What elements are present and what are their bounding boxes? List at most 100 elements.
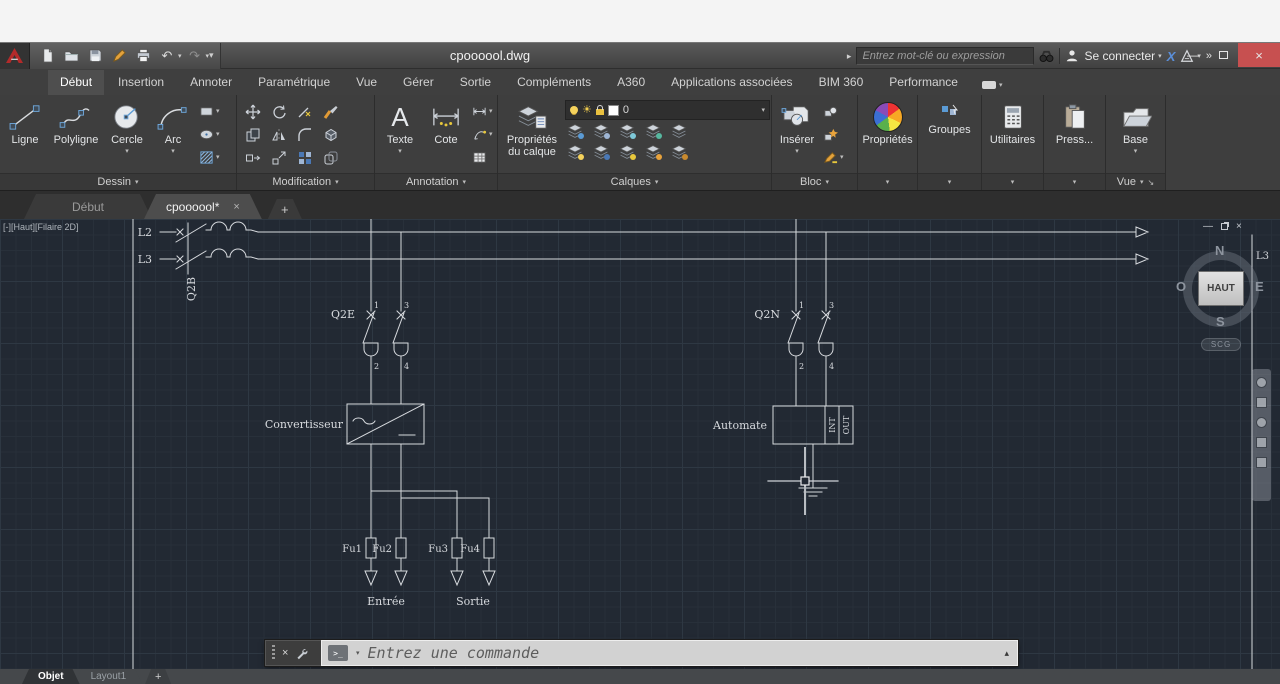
save-button[interactable] [84,46,106,66]
recent-commands-icon[interactable]: >_ [328,645,348,661]
model-space-canvas[interactable]: [-][Haut][Filaire 2D] — × L2 L3 Q2B Q2E … [0,219,1280,669]
panel-label-modification[interactable]: Modification ▾ [237,173,374,190]
open-file-button[interactable] [60,46,82,66]
vue-dialog-launcher[interactable]: ↘ [1147,178,1154,187]
hatch-caret[interactable]: ▾ [216,153,220,161]
layer-dropdown[interactable]: ☀ 0 ▾ [565,100,770,120]
panel-label-calques[interactable]: Calques ▾ [498,173,771,190]
maximize-button[interactable] [1208,43,1238,67]
array-tool-icon[interactable] [297,150,313,166]
panel-label-dessin[interactable]: Dessin ▾ [0,173,236,190]
copy-tool-icon[interactable] [245,127,261,143]
linear-dimension-icon[interactable] [470,102,488,120]
text-button[interactable]: A Texte ▾ [378,98,422,170]
viewcube-north[interactable]: N [1215,243,1224,258]
fillet-tool-icon[interactable] [297,127,313,143]
pan-icon[interactable] [1256,397,1267,408]
drag-handle-icon[interactable] [272,645,275,661]
tab-gerer[interactable]: Gérer [391,70,446,95]
layer-lock-icon[interactable] [643,122,663,140]
recent-commands-caret[interactable]: ▾ [356,649,360,657]
zoom-icon[interactable] [1256,417,1267,428]
panel-label-groupes[interactable]: ▾ [918,173,981,190]
viewcube-top-face[interactable]: HAUT [1198,271,1244,306]
panel-label-vue[interactable]: Vue ▾ ↘ [1106,173,1165,190]
layer-on-off-icon[interactable] [565,143,585,161]
panel-label-presse[interactable]: ▾ [1044,173,1105,190]
tab-parametrique[interactable]: Paramétrique [246,70,342,95]
polyline-button[interactable]: Polyligne [49,98,103,170]
create-block-icon[interactable] [821,102,839,120]
tab-bim360[interactable]: BIM 360 [807,70,876,95]
viewcube-south[interactable]: S [1216,314,1225,329]
sign-in-caret[interactable]: ▾ [1158,52,1162,60]
insert-block-button[interactable]: Insérer ▾ [775,98,819,170]
plot-button[interactable] [132,46,154,66]
arc-button[interactable]: Arc ▾ [151,98,195,170]
layer-walk-icon[interactable] [669,143,689,161]
command-line-grip[interactable]: × [265,640,321,666]
file-tab-start[interactable]: Début [24,194,152,219]
panel-label-utilitaires[interactable]: ▾ [982,173,1043,190]
ribbon-display-toggle[interactable]: ▾ [972,81,1013,95]
layer-dropdown-caret[interactable]: ▾ [761,106,765,114]
properties-button[interactable]: Propriétés [861,98,914,170]
tab-applications-associees[interactable]: Applications associées [659,70,804,95]
new-drawing-tab-button[interactable]: + [268,199,302,219]
tab-complements[interactable]: Compléments [505,70,603,95]
erase-tool-icon[interactable] [323,104,339,120]
panel-label-bloc[interactable]: Bloc ▾ [772,173,857,190]
tab-a360[interactable]: A360 [605,70,657,95]
attr-caret[interactable]: ▾ [840,153,844,161]
undo-dropdown-caret[interactable]: ▾ [178,52,182,60]
new-file-button[interactable] [36,46,58,66]
layer-current-icon[interactable] [591,143,611,161]
edit-block-icon[interactable] [821,125,839,143]
schematic-canvas[interactable]: L2 L3 Q2B Q2E Q2N Convertisseur Automate… [0,219,1280,669]
layout-tab-layout1[interactable]: Layout1 [75,669,143,684]
panel-label-annotation[interactable]: Annotation ▾ [375,173,497,190]
layer-isolate-icon[interactable] [565,122,585,140]
layout-tab-model[interactable]: Objet [22,669,80,684]
define-attributes-icon[interactable] [821,148,839,166]
layer-thaw-all-icon[interactable] [617,143,637,161]
offset-tool-icon[interactable] [323,150,339,166]
dim-caret[interactable]: ▾ [489,107,493,115]
leader-caret[interactable]: ▾ [489,130,493,138]
infocenter-search-input[interactable] [856,47,1035,65]
application-menu-button[interactable] [0,42,30,69]
close-button[interactable]: × [1238,43,1280,67]
ellipse-tool-icon[interactable] [197,125,215,143]
tab-debut[interactable]: Début [48,70,105,95]
move-tool-icon[interactable] [245,104,261,120]
file-tab-close-icon[interactable]: × [233,201,239,213]
new-layout-button[interactable]: + [145,669,171,684]
full-navigation-wheel-icon[interactable] [1256,377,1267,388]
leader-icon[interactable] [470,125,488,143]
stretch-tool-icon[interactable] [245,150,261,166]
search-prefix-arrow-icon[interactable]: ▸ [847,51,852,62]
viewcube-east[interactable]: E [1255,279,1264,294]
customize-wrench-icon[interactable] [295,647,308,660]
command-input-area[interactable]: >_ ▾ ▴ [321,640,1018,666]
undo-button[interactable]: ↶ [156,46,178,66]
orbit-icon[interactable] [1256,437,1267,448]
groups-button[interactable]: Groupes [922,98,978,170]
mirror-tool-icon[interactable] [271,127,287,143]
layer-unisolate-icon[interactable] [591,122,611,140]
layer-unlock-all-icon[interactable] [643,143,663,161]
command-input[interactable] [367,644,997,662]
tab-annoter[interactable]: Annoter [178,70,244,95]
ucs-menu-button[interactable]: SCG [1201,338,1241,351]
tab-vue[interactable]: Vue [344,70,389,95]
rectangle-caret[interactable]: ▾ [216,107,220,115]
line-button[interactable]: Ligne [3,98,47,170]
file-tab-document[interactable]: cpoooool* × [144,194,262,219]
utilities-button[interactable]: Utilitaires [985,98,1041,170]
sign-in-button[interactable]: Se connecter [1084,49,1155,63]
command-history-toggle-icon[interactable]: ▴ [1004,648,1011,659]
scale-tool-icon[interactable] [271,150,287,166]
circle-button[interactable]: Cercle ▾ [105,98,149,170]
search-icon[interactable] [1039,49,1054,64]
minimize-button[interactable]: — [1178,43,1208,67]
